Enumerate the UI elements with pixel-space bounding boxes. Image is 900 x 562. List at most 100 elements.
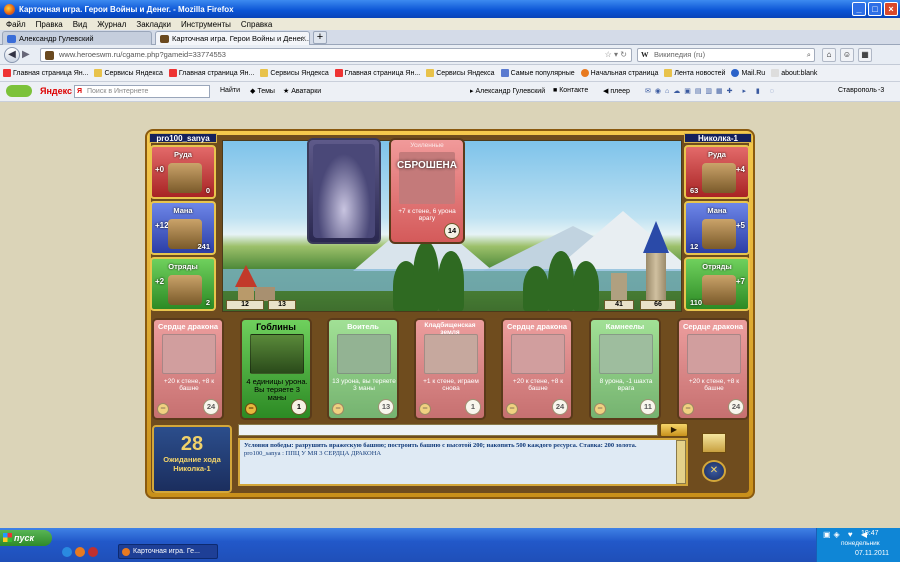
opera-icon[interactable] bbox=[88, 547, 98, 557]
tree bbox=[413, 241, 439, 311]
hand-card-2[interactable]: Гоблины 4 единицы урона. Вы теряете 3 ма… bbox=[240, 318, 312, 420]
menu-edit[interactable]: Правка bbox=[36, 20, 63, 29]
tree bbox=[523, 266, 549, 311]
played-card-desc: +7 к стене, 6 урона врагу bbox=[398, 208, 456, 222]
right-tower bbox=[646, 253, 666, 301]
yandex-search-input[interactable]: Поиск в Интернете bbox=[74, 85, 210, 98]
monastery-icon bbox=[702, 219, 736, 249]
bookmark-item[interactable]: Mail.Ru bbox=[731, 69, 765, 77]
tab-label: Карточная игра. Герои Войны и Денег... bbox=[172, 34, 309, 43]
close-button[interactable]: × bbox=[884, 2, 898, 16]
taskbar-firefox-button[interactable]: Карточная игра. Ге... bbox=[118, 544, 218, 559]
barracks-icon bbox=[168, 275, 202, 305]
user-button[interactable]: ▸ Александр Гулевский bbox=[470, 87, 545, 95]
themes-button[interactable]: ◆ Темы bbox=[250, 87, 275, 95]
bookmark-item[interactable]: Главная страница Ян... bbox=[334, 69, 420, 77]
card-deck[interactable] bbox=[307, 138, 381, 244]
menu-bookmarks[interactable]: Закладки bbox=[136, 20, 171, 29]
search-bar[interactable]: W Википедия (ru) ⌕ bbox=[637, 48, 815, 62]
bookmark-item[interactable]: Главная страница Ян... bbox=[3, 69, 88, 77]
menu-help[interactable]: Справка bbox=[241, 20, 272, 29]
bookmark-item[interactable]: Сервисы Яндекса bbox=[260, 69, 329, 77]
tab-close-icon[interactable]: × bbox=[301, 34, 306, 43]
tab-game[interactable]: Карточная игра. Герои Войны и Денег... × bbox=[155, 31, 310, 45]
forward-button[interactable]: ▶ bbox=[22, 49, 34, 61]
discard-button[interactable]: − bbox=[594, 403, 606, 415]
weather-city[interactable]: Ставрополь bbox=[838, 87, 877, 94]
hand-card-6[interactable]: Камнеелы 8 урона, -1 шахта врага − 11 bbox=[589, 318, 661, 420]
resource-income: +7 bbox=[735, 277, 745, 286]
new-tab-button[interactable]: + bbox=[313, 31, 327, 44]
chat-input[interactable] bbox=[238, 424, 658, 436]
send-button[interactable]: ▶ bbox=[660, 423, 688, 437]
bookmark-item[interactable]: Сервисы Яндекса bbox=[426, 69, 495, 77]
hand-card-7[interactable]: Сердце дракона +20 к стене, +8 к башне −… bbox=[677, 318, 749, 420]
resource-income: +5 bbox=[735, 221, 745, 230]
home-icon[interactable]: ⌂ bbox=[822, 48, 836, 62]
discard-button[interactable]: − bbox=[506, 403, 518, 415]
addon-icon[interactable]: ☺ bbox=[840, 48, 854, 62]
firefox-icon[interactable] bbox=[75, 547, 85, 557]
menu-file[interactable]: Файл bbox=[6, 20, 26, 29]
taskbar: пуск Карточная игра. Ге... ▣◈ ♥ ◀ 19:47 … bbox=[0, 528, 900, 562]
discard-button[interactable]: − bbox=[332, 403, 344, 415]
menu-view[interactable]: Вид bbox=[73, 20, 87, 29]
turn-panel: 28 Ожидание хода Николка-1 bbox=[152, 425, 232, 493]
start-button[interactable]: пуск bbox=[0, 530, 52, 546]
vk-contact-button[interactable]: ■ Контакте bbox=[553, 87, 588, 94]
card-title: Гоблины bbox=[256, 322, 296, 332]
resource-label: Мана bbox=[707, 206, 727, 215]
url-bar[interactable]: www.heroeswm.ru/cgame.php?gameid=3377455… bbox=[40, 48, 632, 62]
tab-label: Александр Гулевский bbox=[19, 34, 94, 43]
chat-scrollbar[interactable] bbox=[676, 440, 686, 484]
resource-qty: 12 bbox=[690, 242, 699, 251]
card-desc: 13 урона, вы теряете 3 маны bbox=[332, 378, 396, 392]
back-button[interactable]: ◀ bbox=[4, 47, 20, 63]
clock-time: 19:47 bbox=[861, 530, 879, 537]
card-title: Камнеелы bbox=[605, 322, 645, 331]
player-button[interactable]: ◀ плеер bbox=[603, 87, 630, 95]
bookmark-item[interactable]: Главная страница Ян... bbox=[168, 69, 254, 77]
hand-card-3[interactable]: Воитель 13 урона, вы теряете 3 маны − 13 bbox=[327, 318, 399, 420]
card-title: Сердце дракона bbox=[506, 322, 568, 331]
surrender-icon[interactable]: ✕ bbox=[702, 460, 726, 482]
dragon-heart-image bbox=[511, 334, 565, 374]
discard-button[interactable]: − bbox=[419, 403, 431, 415]
hand-card-1[interactable]: Сердце дракона +20 к стене, +8 к башне −… bbox=[152, 318, 224, 420]
menu-tools[interactable]: Инструменты bbox=[181, 20, 231, 29]
discard-button[interactable]: − bbox=[245, 403, 257, 415]
card-title: Сердце дракона bbox=[157, 322, 219, 331]
avatars-button[interactable]: ★ Аватарки bbox=[283, 87, 321, 95]
folder-icon bbox=[664, 69, 673, 77]
hand-card-5[interactable]: Сердце дракона +20 к стене, +8 к башне −… bbox=[501, 318, 573, 420]
search-icon[interactable]: ⌕ bbox=[807, 49, 811, 61]
card-cost: 11 bbox=[640, 399, 656, 415]
resource-qty: 110 bbox=[690, 298, 703, 307]
warrior-image bbox=[337, 334, 391, 374]
bookmark-item[interactable]: Самые популярные bbox=[500, 69, 575, 77]
yandex-logo[interactable]: Яндекс bbox=[40, 86, 72, 96]
menu-history[interactable]: Журнал bbox=[97, 20, 126, 29]
bookmark-item[interactable]: Сервисы Яндекса bbox=[94, 69, 163, 77]
card-desc: +20 к стене, +8 к башне bbox=[688, 378, 740, 392]
hand-card-4[interactable]: Кладбищенская земля +1 к стене, играем с… bbox=[414, 318, 486, 420]
ie-icon[interactable] bbox=[62, 547, 72, 557]
menu-icon[interactable]: ▦ bbox=[858, 48, 872, 62]
discarded-label: СБРОШЕНА bbox=[397, 160, 457, 171]
resource-label: Руда bbox=[708, 150, 726, 159]
toolbar-icons[interactable]: ✉◉⌂☁▣▤▥▦✚ ▸ ▮ ◌ bbox=[645, 87, 778, 95]
discard-button[interactable]: − bbox=[157, 403, 169, 415]
maximize-button[interactable]: □ bbox=[868, 2, 882, 16]
bookmark-item[interactable]: Лента новостей bbox=[664, 69, 725, 77]
minimize-button[interactable]: _ bbox=[852, 2, 866, 16]
tree bbox=[573, 261, 599, 311]
notes-icon[interactable] bbox=[702, 433, 726, 453]
discard-button[interactable]: − bbox=[682, 403, 694, 415]
bookmark-item[interactable]: about:blank bbox=[771, 69, 817, 77]
find-button[interactable]: Найти bbox=[220, 87, 240, 94]
yandex-leaf-icon[interactable] bbox=[6, 85, 32, 97]
tab-vk[interactable]: Александр Гулевский bbox=[2, 31, 152, 45]
bookmark-item[interactable]: Начальная страница bbox=[580, 69, 658, 77]
folder-icon bbox=[94, 69, 103, 77]
reload-icon[interactable]: ☆ ▾ ↻ bbox=[605, 49, 627, 61]
